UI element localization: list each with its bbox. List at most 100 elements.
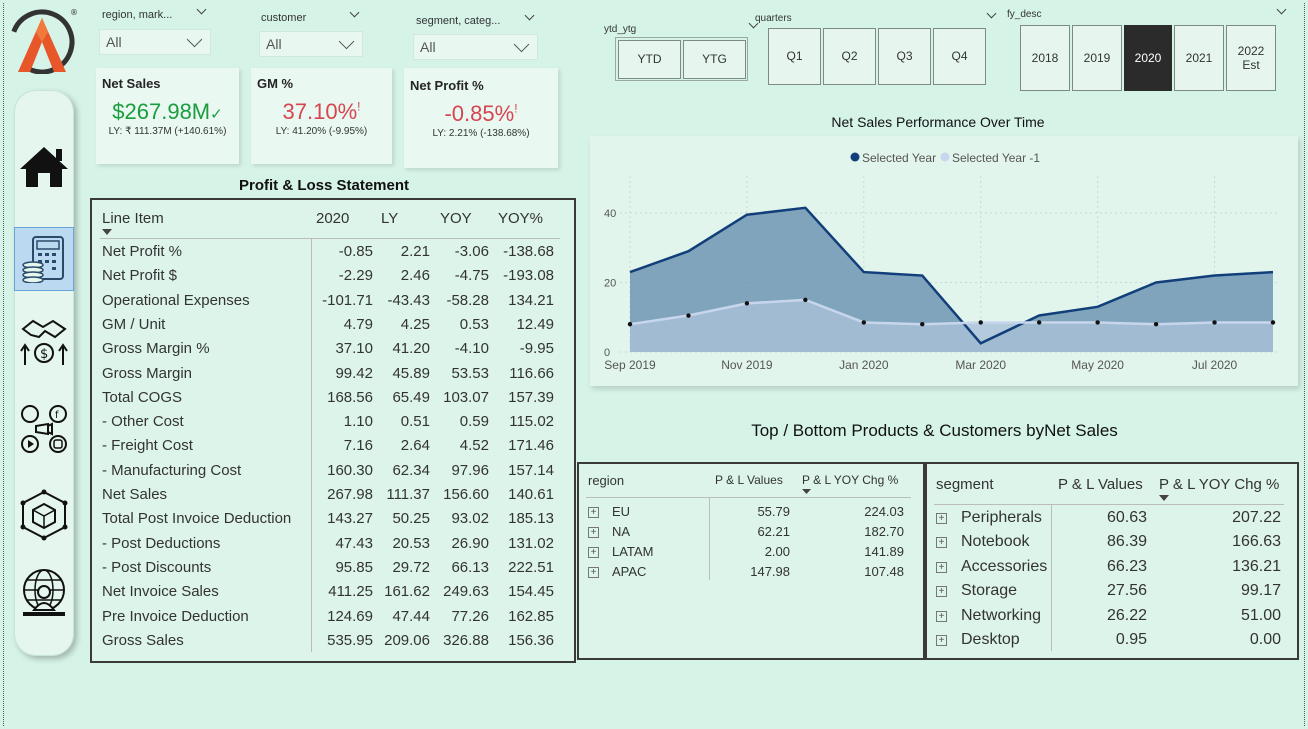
expand-icon[interactable]: + <box>588 507 599 518</box>
q4-button[interactable]: Q4 <box>933 28 986 85</box>
pl-table-row[interactable]: Pre Invoice Deduction 124.69 47.44 77.26 162… <box>92 608 574 632</box>
customer-filter-label: customer <box>261 12 307 24</box>
ytg-button[interactable]: YTG <box>683 40 746 79</box>
ytd-button[interactable]: YTD <box>618 40 681 79</box>
cell-value: 41.20 <box>392 340 430 358</box>
nav-executive[interactable] <box>14 560 74 626</box>
segment-dropdown-value: All <box>420 39 436 55</box>
column-header[interactable]: region <box>588 473 624 488</box>
fy-desc-label: fy_desc <box>1007 9 1042 20</box>
pl-table-row[interactable]: Gross Sales 535.95 209.06 326.88 156.36 <box>92 632 574 656</box>
fy-2019-button[interactable]: 2019 <box>1072 25 1122 91</box>
nav-finance[interactable] <box>14 226 74 292</box>
region-table: region P & L Values P & L YOY Chg % + EU 5… <box>577 462 925 660</box>
fy-2020-button[interactable]: 2020 <box>1124 25 1172 91</box>
pl-table-row[interactable]: Net Sales 267.98 111.37 156.60 140.61 <box>92 486 574 510</box>
table-row[interactable]: + NA 62.21 182.70 <box>579 524 923 542</box>
q3-button[interactable]: Q3 <box>878 28 931 85</box>
expand-icon[interactable]: + <box>936 635 947 646</box>
pl-table-row[interactable]: - Other Cost 1.10 0.51 0.59 115.02 <box>92 413 574 437</box>
column-header[interactable]: P & L YOY Chg % <box>1159 476 1279 493</box>
expand-icon[interactable]: + <box>588 547 599 558</box>
column-header[interactable]: P & L Values <box>715 473 783 487</box>
expand-icon[interactable]: + <box>936 561 947 573</box>
cell-value: -4.75 <box>454 267 489 285</box>
kpi-value: $267.98M✓ <box>112 99 223 124</box>
cell-value: 2.46 <box>400 267 430 285</box>
line-item-label: Total COGS <box>102 388 183 406</box>
cell-value: 209.06 <box>384 631 430 649</box>
customer-dropdown[interactable]: All <box>259 31 363 57</box>
pl-table-row[interactable]: - Freight Cost 7.16 2.64 4.52 171.46 <box>92 437 574 461</box>
kpi-ly: LY: 41.20% (-9.95%) <box>275 126 368 137</box>
cell-value: 535.95 <box>327 631 373 649</box>
table-row[interactable]: + Desktop 0.95 0.00 <box>927 631 1297 653</box>
fy-2021-button[interactable]: 2021 <box>1174 25 1224 91</box>
nav-supply-chain[interactable] <box>14 482 74 548</box>
column-header[interactable]: P & L Values <box>1058 476 1143 493</box>
customer-filter-header[interactable]: customer <box>261 7 365 24</box>
pl-table-row[interactable]: Net Profit % -0.85 2.21 -3.06 -138.68 <box>92 243 574 267</box>
table-row[interactable]: + Notebook 86.39 166.63 <box>927 533 1297 555</box>
nav-home[interactable] <box>14 134 74 200</box>
segment-filter-header[interactable]: segment, categ... <box>416 10 538 27</box>
pl-table-row[interactable]: Total COGS 168.56 65.49 103.07 157.39 <box>92 389 574 413</box>
table-row[interactable]: + Networking 26.22 51.00 <box>927 607 1297 629</box>
expand-icon[interactable]: + <box>936 586 947 598</box>
cell-value: 156.36 <box>508 631 554 649</box>
fy-2018-button[interactable]: 2018 <box>1020 25 1070 91</box>
nav-marketing[interactable]: f <box>14 396 74 462</box>
column-header[interactable]: 2020 <box>316 210 349 227</box>
table-row[interactable]: + Peripherals 60.63 207.22 <box>927 509 1297 531</box>
expand-icon[interactable]: + <box>936 513 947 524</box>
nav-sales[interactable]: $ <box>14 308 74 374</box>
table-row[interactable]: + Storage 27.56 99.17 <box>927 582 1297 604</box>
expand-icon[interactable]: + <box>588 527 599 538</box>
column-header[interactable]: segment <box>936 476 994 493</box>
expand-icon[interactable]: + <box>588 567 599 578</box>
pl-table-row[interactable]: - Post Discounts 95.85 29.72 66.13 222.51 <box>92 559 574 583</box>
pl-table-row[interactable]: GM / Unit 4.79 4.25 0.53 12.49 <box>92 316 574 340</box>
cell-value: 157.14 <box>508 461 554 479</box>
pl-table-row[interactable]: Gross Margin 99.42 45.89 53.53 116.66 <box>92 365 574 389</box>
cell-value: 168.56 <box>327 388 373 406</box>
region-filter-header[interactable]: region, mark... <box>102 4 212 21</box>
cell-value: 160.30 <box>327 461 373 479</box>
table-row[interactable]: + APAC 147.98 107.48 <box>579 564 923 582</box>
pl-table-row[interactable]: - Post Deductions 47.43 20.53 26.90 131.02 <box>92 535 574 559</box>
column-header[interactable]: YOY% <box>498 210 543 227</box>
q2-button[interactable]: Q2 <box>823 28 876 85</box>
column-header[interactable]: Line Item <box>102 210 164 227</box>
chevron-down-icon <box>196 4 207 15</box>
table-row[interactable]: + EU 55.79 224.03 <box>579 504 923 522</box>
table-row[interactable]: + LATAM 2.00 141.89 <box>579 544 923 562</box>
cell-value: 66.13 <box>451 558 489 576</box>
column-header[interactable]: P & L YOY Chg % <box>802 473 898 487</box>
cell-value: 60.63 <box>1106 509 1147 526</box>
column-header[interactable]: LY <box>381 210 398 227</box>
pl-table-row[interactable]: Total Post Invoice Deduction 143.27 50.25 9… <box>92 510 574 534</box>
region-dropdown[interactable]: All <box>99 29 211 55</box>
pl-table-row[interactable]: - Manufacturing Cost 160.30 62.34 97.96 157.… <box>92 462 574 486</box>
table-row[interactable]: + Accessories 66.23 136.21 <box>927 558 1297 580</box>
cell-value: 222.51 <box>508 558 554 576</box>
region-filter-label: region, mark... <box>102 9 173 21</box>
pl-table-row[interactable]: Operational Expenses -101.71 -43.43 -58.28 1… <box>92 292 574 316</box>
cell-value: 62.34 <box>392 461 430 479</box>
pl-table-row[interactable]: Net Profit $ -2.29 2.46 -4.75 -193.08 <box>92 267 574 291</box>
row-label: LATAM <box>612 544 654 559</box>
row-label: Storage <box>961 582 1018 600</box>
segment-dropdown[interactable]: All <box>413 34 538 60</box>
q1-button[interactable]: Q1 <box>768 28 821 85</box>
fy-2022-est-button[interactable]: 2022 Est <box>1226 25 1276 91</box>
cell-value: 99.17 <box>1240 582 1281 600</box>
kpi-value: -0.85%! <box>444 101 518 126</box>
cell-value: 156.60 <box>443 486 489 503</box>
column-header[interactable]: YOY <box>440 210 472 227</box>
expand-icon[interactable]: + <box>936 610 947 622</box>
pl-table-row[interactable]: Net Invoice Sales 411.25 161.62 249.63 154.4… <box>92 583 574 607</box>
cell-value: 103.07 <box>443 388 489 406</box>
net-sales-area-chart: Selected Year Selected Year -1 02040Sep … <box>604 151 1277 372</box>
expand-icon[interactable]: + <box>936 537 947 549</box>
pl-table-row[interactable]: Gross Margin % 37.10 41.20 -4.10 -9.95 <box>92 340 574 364</box>
